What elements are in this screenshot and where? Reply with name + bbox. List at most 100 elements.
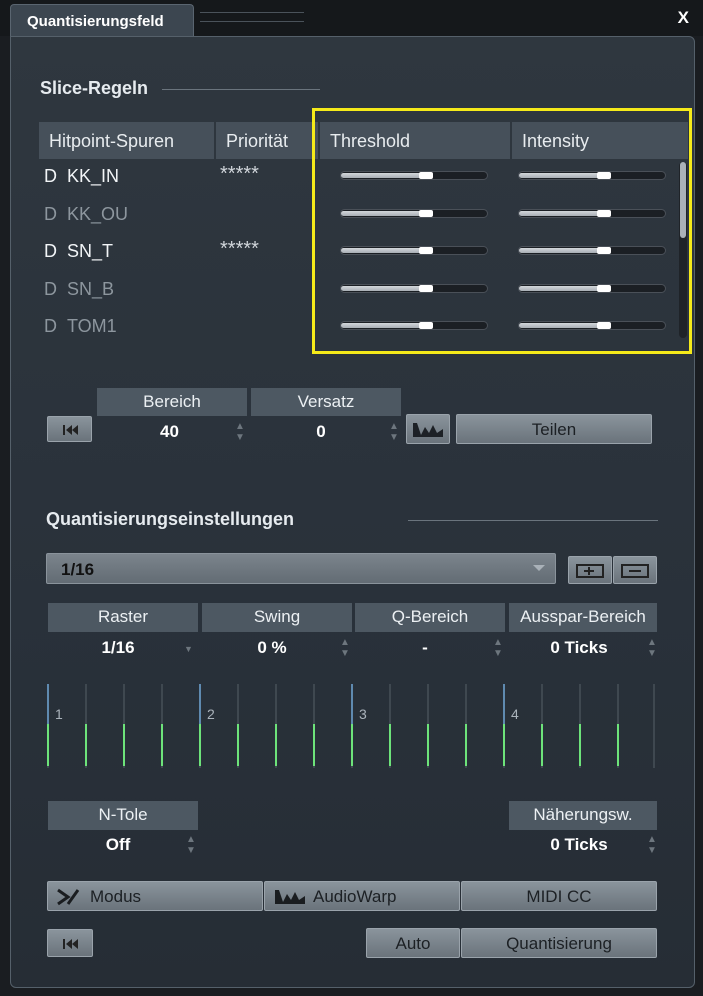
hitpoint-track-row[interactable]: D KK_OU <box>44 204 128 225</box>
track-prefix: D <box>44 204 57 224</box>
hitpoint-track-row[interactable]: D SN_B <box>44 279 114 300</box>
grid-green-marker <box>427 724 429 766</box>
hitpoint-track-row[interactable]: D TOM1 <box>44 316 117 337</box>
track-prefix: D <box>44 166 57 186</box>
modus-button[interactable]: Modus <box>47 881 263 911</box>
audiowarp-label: AudioWarp <box>313 887 397 906</box>
grid-green-marker <box>313 724 315 766</box>
grid-line <box>541 684 543 768</box>
ntole-spinner[interactable]: ▲ ▼ <box>186 834 196 856</box>
col-prioritaet[interactable]: Priorität <box>216 122 318 159</box>
col-hitpoint-spuren[interactable]: Hitpoint-Spuren <box>39 122 214 159</box>
hitpoint-track-row[interactable]: D KK_IN <box>44 166 119 187</box>
quantisierung-button[interactable]: Quantisierung <box>461 928 657 958</box>
ntole-label: N-Tole <box>48 801 198 830</box>
aussparbereich-spinner[interactable]: ▲ ▼ <box>647 637 657 659</box>
beat-label: 1 <box>55 706 63 722</box>
audiowarp-icon-2 <box>275 890 305 904</box>
grid-green-marker <box>199 724 201 766</box>
grid-line <box>653 684 655 768</box>
bereich-label: Bereich <box>97 388 247 416</box>
grid-line <box>123 684 125 768</box>
rewind-button-bottom[interactable] <box>47 929 93 957</box>
quant-settings-title: Quantisierungseinstellungen <box>46 509 295 529</box>
grid-green-marker <box>161 724 163 766</box>
qbereich-value[interactable]: - <box>355 638 495 658</box>
track-name: SN_B <box>67 279 115 299</box>
audiowarp-split-button[interactable] <box>406 414 450 444</box>
grid-green-marker <box>579 724 581 766</box>
add-preset-button[interactable] <box>568 556 612 584</box>
hitpoint-track-row[interactable]: D SN_T <box>44 241 113 262</box>
grid-line <box>617 684 619 768</box>
rewind-icon <box>63 939 78 949</box>
audiowarp-icon <box>413 423 443 437</box>
grid-green-marker <box>123 724 125 766</box>
versatz-value[interactable]: 0 <box>251 422 391 442</box>
versatz-spinner[interactable]: ▲ ▼ <box>389 421 399 443</box>
aussparbereich-value[interactable]: 0 Ticks <box>509 638 649 658</box>
track-name: TOM1 <box>67 316 117 336</box>
priority-stars[interactable]: ***** <box>220 163 259 186</box>
close-icon[interactable]: X <box>678 8 689 28</box>
midicc-button[interactable]: MIDI CC <box>461 881 657 911</box>
grid-green-marker <box>389 724 391 766</box>
grid-green-marker <box>275 724 277 766</box>
raster-dropdown-icon[interactable]: ▼ <box>184 644 193 655</box>
swing-label: Swing <box>202 603 352 632</box>
quantize-preset-dropdown[interactable]: 1/16 <box>46 553 556 584</box>
grid-green-marker <box>351 724 353 766</box>
raster-value[interactable]: 1/16 <box>48 638 188 658</box>
teilen-button[interactable]: Teilen <box>456 414 652 444</box>
beat-label: 2 <box>207 706 215 722</box>
bereich-value[interactable]: 40 <box>97 422 242 442</box>
grid-green-marker <box>503 724 505 766</box>
modus-label: Modus <box>90 887 142 906</box>
grid-line <box>579 684 581 768</box>
grid-green-marker <box>541 724 543 766</box>
swing-value[interactable]: 0 % <box>202 638 342 658</box>
grid-green-marker <box>617 724 619 766</box>
track-prefix: D <box>44 316 57 336</box>
bereich-spinner[interactable]: ▲ ▼ <box>235 421 245 443</box>
priority-stars[interactable]: ***** <box>220 238 259 261</box>
modus-icon <box>57 888 80 906</box>
slice-rules-title: Slice-Regeln <box>40 78 149 98</box>
grid-line <box>237 684 239 768</box>
beat-line <box>47 684 49 724</box>
grid-line <box>313 684 315 768</box>
naeherung-label: Näherungsw. <box>509 801 657 830</box>
slice-rules-rule <box>162 89 320 90</box>
beat-line <box>351 684 353 724</box>
remove-preset-icon <box>621 564 649 578</box>
tab-bar: Quantisierungsfeld X <box>0 0 703 38</box>
chevron-down-icon <box>533 565 545 571</box>
grid-line <box>161 684 163 768</box>
tab-quantisierungsfeld[interactable]: Quantisierungsfeld <box>10 4 194 38</box>
track-name: SN_T <box>67 241 114 261</box>
grid-line <box>85 684 87 768</box>
qbereich-spinner[interactable]: ▲ ▼ <box>493 637 503 659</box>
tab-bar-decoration <box>200 12 304 22</box>
grid-green-marker <box>465 724 467 766</box>
track-name: KK_IN <box>67 166 120 186</box>
ntole-value[interactable]: Off <box>48 835 188 855</box>
grid-line <box>389 684 391 768</box>
naeherung-value[interactable]: 0 Ticks <box>509 835 649 855</box>
swing-spinner[interactable]: ▲ ▼ <box>340 637 350 659</box>
versatz-label: Versatz <box>251 388 401 416</box>
remove-preset-button[interactable] <box>613 556 657 584</box>
rewind-icon <box>63 425 78 435</box>
rewind-button-top[interactable] <box>47 416 92 442</box>
threshold-intensity-highlight <box>312 108 692 354</box>
grid-line <box>427 684 429 768</box>
auto-button[interactable]: Auto <box>366 928 460 958</box>
grid-green-marker <box>47 724 49 766</box>
audiowarp-button[interactable]: AudioWarp <box>264 881 460 911</box>
naeherung-spinner[interactable]: ▲ ▼ <box>647 834 657 856</box>
quantize-grid-display: 1 2 3 4 <box>47 684 657 768</box>
track-prefix: D <box>44 241 57 261</box>
track-name: KK_OU <box>67 204 129 224</box>
beat-line <box>503 684 505 724</box>
grid-green-marker <box>237 724 239 766</box>
